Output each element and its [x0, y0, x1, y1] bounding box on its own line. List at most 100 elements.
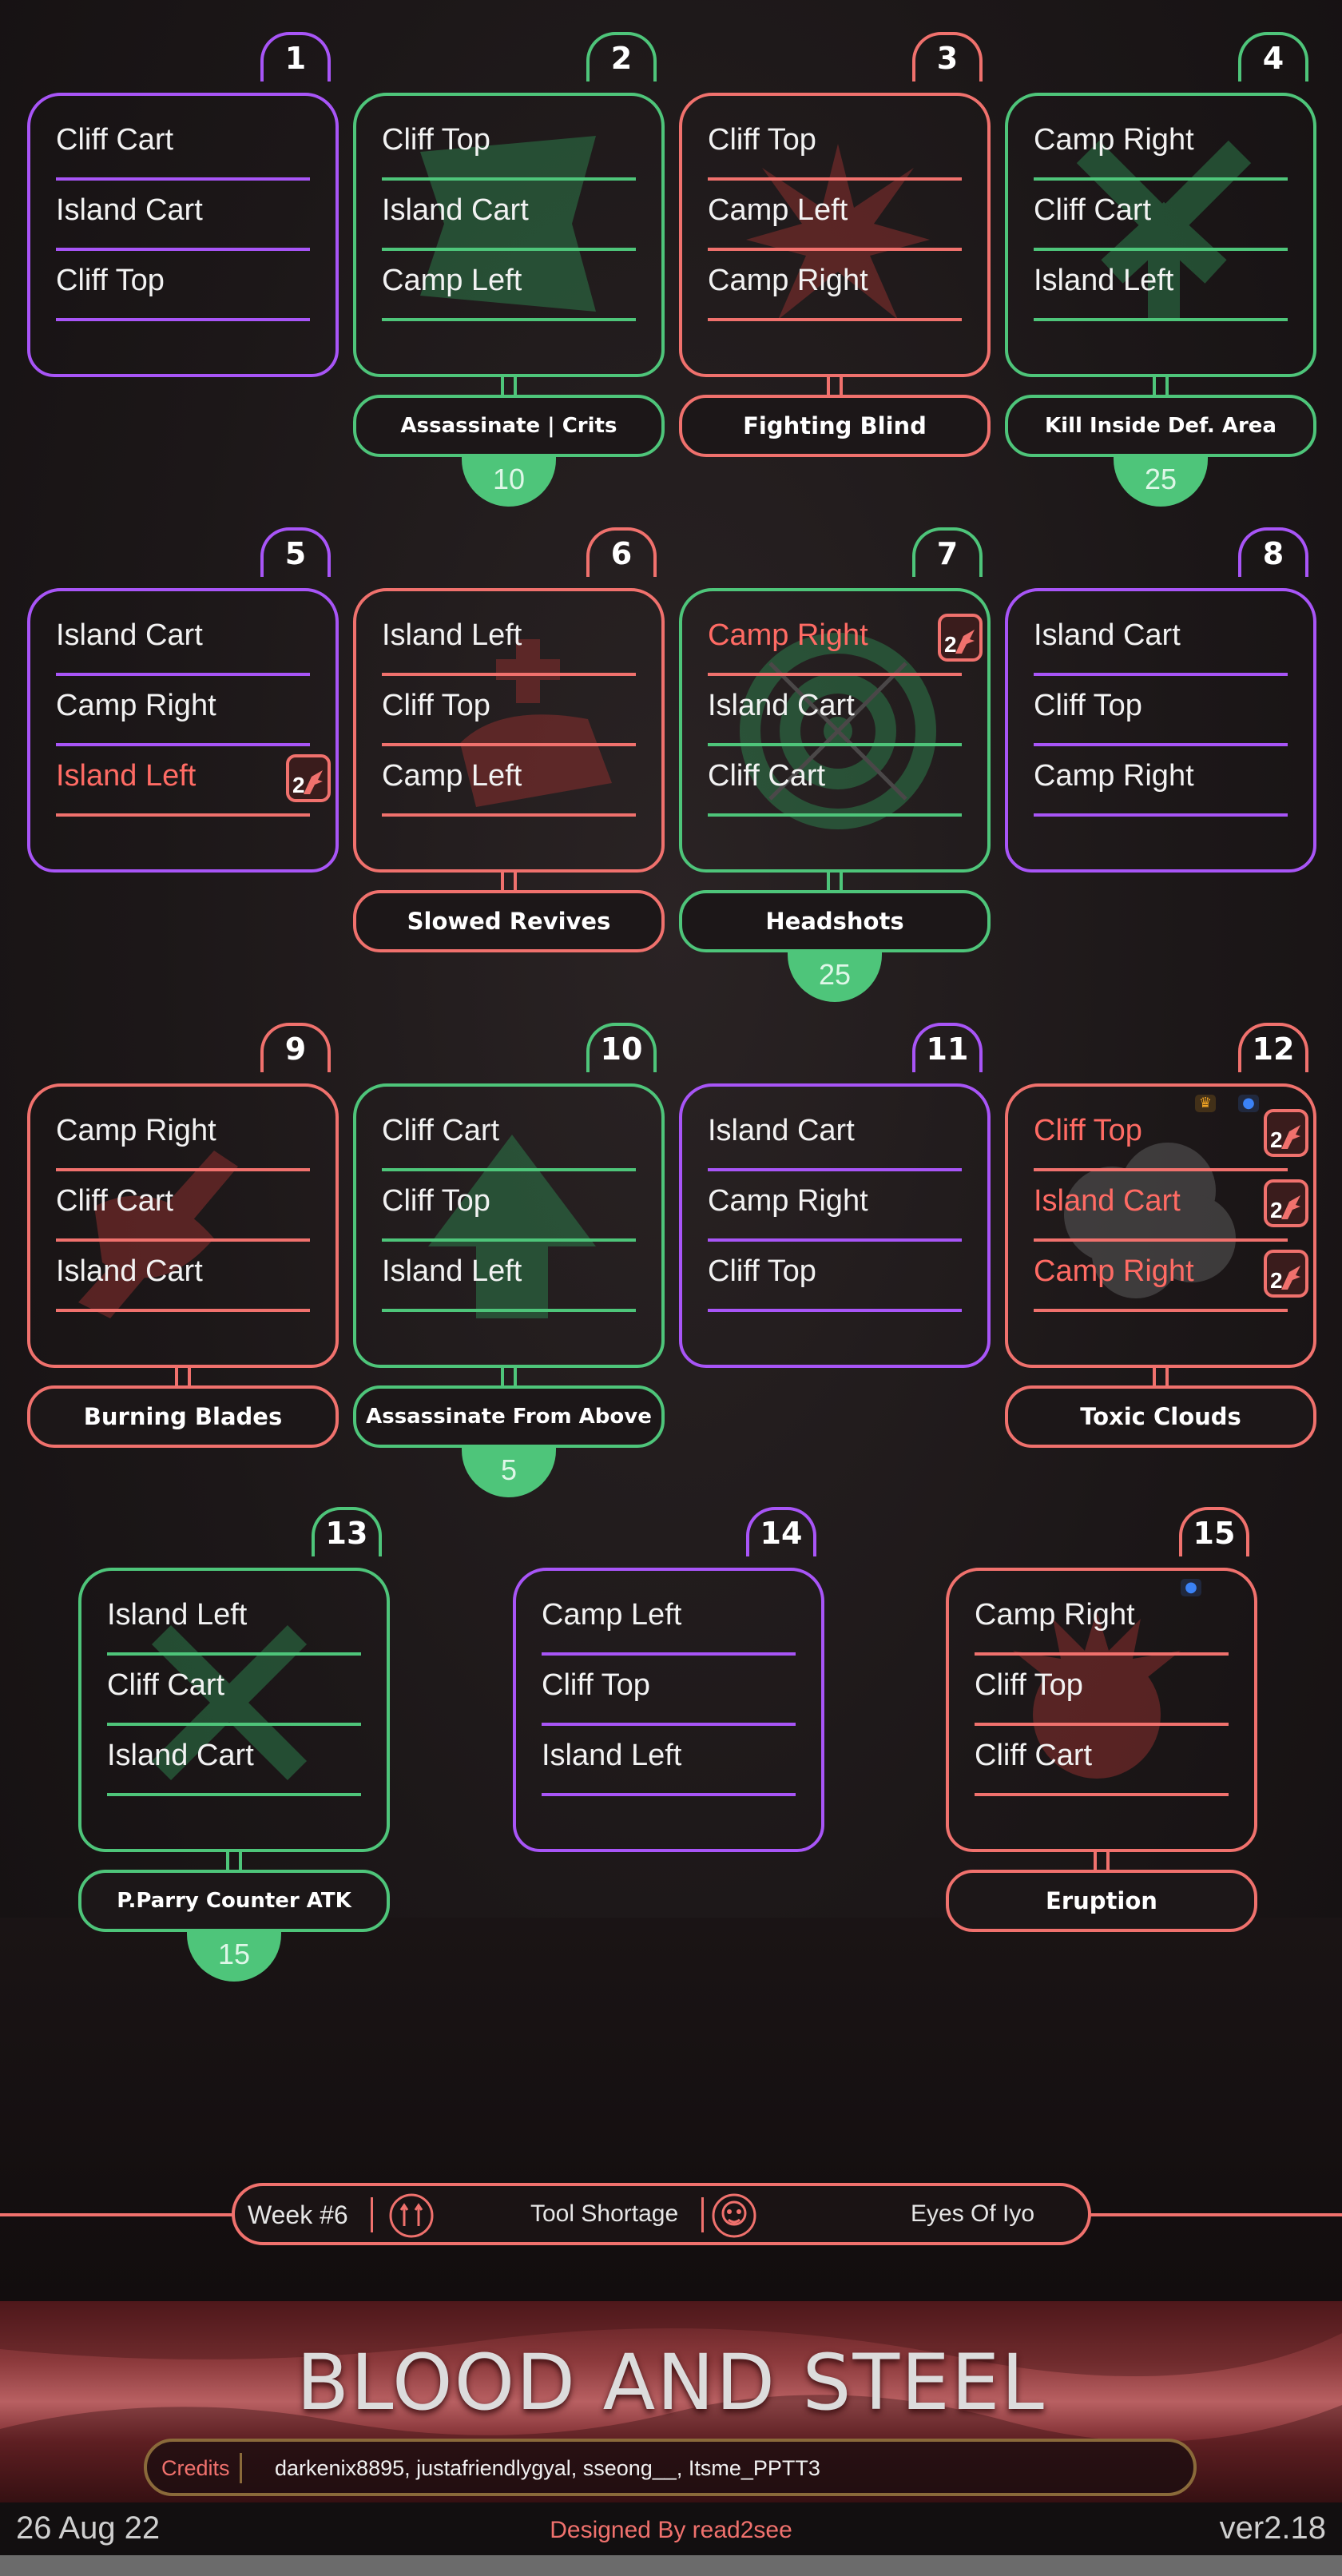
challenge-card-12: ♛ ● Cliff Top 2 Island Cart 2 Camp Right 2	[1005, 1083, 1316, 1368]
modifier-pill: Burning Blades	[27, 1385, 339, 1448]
card-location-item: Cliff Top	[382, 1171, 636, 1242]
card-location-item: Camp Right	[56, 1101, 310, 1171]
divider-right	[1090, 2213, 1342, 2216]
location-label: Cliff Cart	[975, 1739, 1093, 1772]
card-location-item: Island Left 2	[56, 746, 331, 817]
card-number-14: 14	[746, 1507, 816, 1556]
card-number-11: 11	[912, 1023, 983, 1072]
location-label: Island Left	[107, 1598, 248, 1632]
location-label: Cliff Top	[975, 1668, 1083, 1702]
card-location-item: Island Left	[107, 1585, 361, 1656]
underline	[975, 1793, 1229, 1796]
connector	[226, 1852, 242, 1870]
card-location-item: Island Left	[542, 1726, 796, 1796]
card-location-item: Camp Left	[708, 181, 962, 251]
underline	[56, 1309, 310, 1312]
location-label: Camp Right	[56, 1114, 216, 1147]
underline	[107, 1793, 361, 1796]
card-number-3: 3	[912, 32, 983, 81]
underline	[56, 318, 310, 321]
card-location-item: Camp Right	[1034, 110, 1288, 181]
location-label: Island Left	[382, 1254, 522, 1288]
modifier-pill: Slowed Revives	[353, 890, 665, 952]
separator	[240, 2453, 242, 2483]
bottom-strip	[0, 2555, 1342, 2576]
separator	[701, 2197, 704, 2232]
card-location-item: Island Cart	[708, 676, 962, 746]
connector	[827, 377, 843, 395]
card-location-item: Cliff Top	[542, 1656, 796, 1726]
location-label: Cliff Cart	[107, 1668, 225, 1702]
location-label: Cliff Top	[542, 1668, 650, 1702]
location-label: Camp Right	[975, 1598, 1135, 1632]
underline	[1034, 1309, 1288, 1312]
card-location-item: Cliff Top	[975, 1656, 1229, 1726]
location-label: Cliff Cart	[56, 123, 174, 157]
location-label: Island Cart	[382, 193, 529, 227]
week-bar: Week #6 Tool Shortage Eyes Of Iyo	[232, 2183, 1091, 2245]
card-location-item: Camp Right 2	[1034, 1242, 1308, 1312]
challenge-card-14: Camp Left Cliff Top Island Left	[513, 1568, 824, 1852]
location-label: Island Cart	[56, 1254, 203, 1288]
location-label: Cliff Top	[382, 123, 490, 157]
card-location-item: Island Cart	[56, 1242, 310, 1312]
underline	[1034, 318, 1288, 321]
location-label: Cliff Cart	[382, 1114, 500, 1147]
card-location-item: Island Left	[1034, 251, 1288, 321]
underline	[56, 813, 310, 817]
card-number-9: 9	[260, 1023, 331, 1072]
eagle-badge-icon: 2	[938, 614, 983, 662]
footer-version: ver2.18	[1219, 2510, 1326, 2546]
card-location-item: Cliff Cart	[708, 746, 962, 817]
footer-designer: Designed By read2see	[550, 2517, 792, 2543]
eagle-badge-icon: 2	[286, 754, 331, 802]
location-label: Camp Left	[542, 1598, 682, 1632]
card-location-item: Cliff Top	[708, 110, 962, 181]
card-location-item: Island Cart	[1034, 606, 1288, 676]
location-label: Camp Right	[708, 264, 868, 297]
connector	[1153, 1368, 1169, 1385]
card-location-item: Cliff Top	[708, 1242, 962, 1312]
challenge-card-8: Island Cart Cliff Top Camp Right	[1005, 588, 1316, 873]
eyes-of-iyo-icon	[709, 2191, 759, 2247]
location-label: Cliff Top	[1034, 1114, 1142, 1147]
location-label: Camp Left	[708, 193, 848, 227]
challenge-card-2: Cliff Top Island Cart Camp Left	[353, 93, 665, 377]
separator	[371, 2197, 373, 2232]
modifier-pill: Headshots	[679, 890, 991, 952]
connector	[501, 1368, 517, 1385]
card-number-2: 2	[586, 32, 657, 81]
card-location-item: Cliff Top 2	[1034, 1101, 1308, 1171]
challenge-card-1: Cliff Cart Island Cart Cliff Top	[27, 93, 339, 377]
credits-label: Credits	[161, 2456, 230, 2480]
card-location-item: Camp Right	[975, 1585, 1229, 1656]
location-label: Island Cart	[56, 618, 203, 652]
location-label: Island Cart	[708, 1114, 855, 1147]
underline	[708, 318, 962, 321]
underline	[708, 813, 962, 817]
card-location-item: Camp Right	[1034, 746, 1288, 817]
modifier-pill: Kill Inside Def. Area	[1005, 395, 1316, 457]
card-number-13: 13	[312, 1507, 382, 1556]
card-location-item: Island Cart 2	[1034, 1171, 1308, 1242]
underline	[542, 1793, 796, 1796]
modifier-pill: Assassinate From Above	[353, 1385, 665, 1448]
banner-title: BLOOD AND STEEL	[296, 2338, 1046, 2427]
card-location-item: Camp Left	[542, 1585, 796, 1656]
week-modifier-2: Eyes Of Iyo	[911, 2200, 1035, 2227]
card-location-item: Cliff Cart	[56, 1171, 310, 1242]
location-label: Camp Right	[1034, 1254, 1194, 1288]
location-label: Camp Left	[382, 264, 522, 297]
card-number-4: 4	[1238, 32, 1308, 81]
location-label: Cliff Cart	[708, 759, 826, 793]
connector	[501, 377, 517, 395]
location-label: Cliff Top	[708, 123, 816, 157]
location-label: Cliff Top	[382, 1184, 490, 1218]
card-location-item: Camp Right	[56, 676, 310, 746]
card-location-item: Camp Right	[708, 251, 962, 321]
connector	[175, 1368, 191, 1385]
location-label: Camp Right	[708, 618, 868, 652]
card-location-item: Cliff Top	[56, 251, 310, 321]
connector	[1094, 1852, 1110, 1870]
card-location-item: Cliff Cart	[1034, 181, 1288, 251]
